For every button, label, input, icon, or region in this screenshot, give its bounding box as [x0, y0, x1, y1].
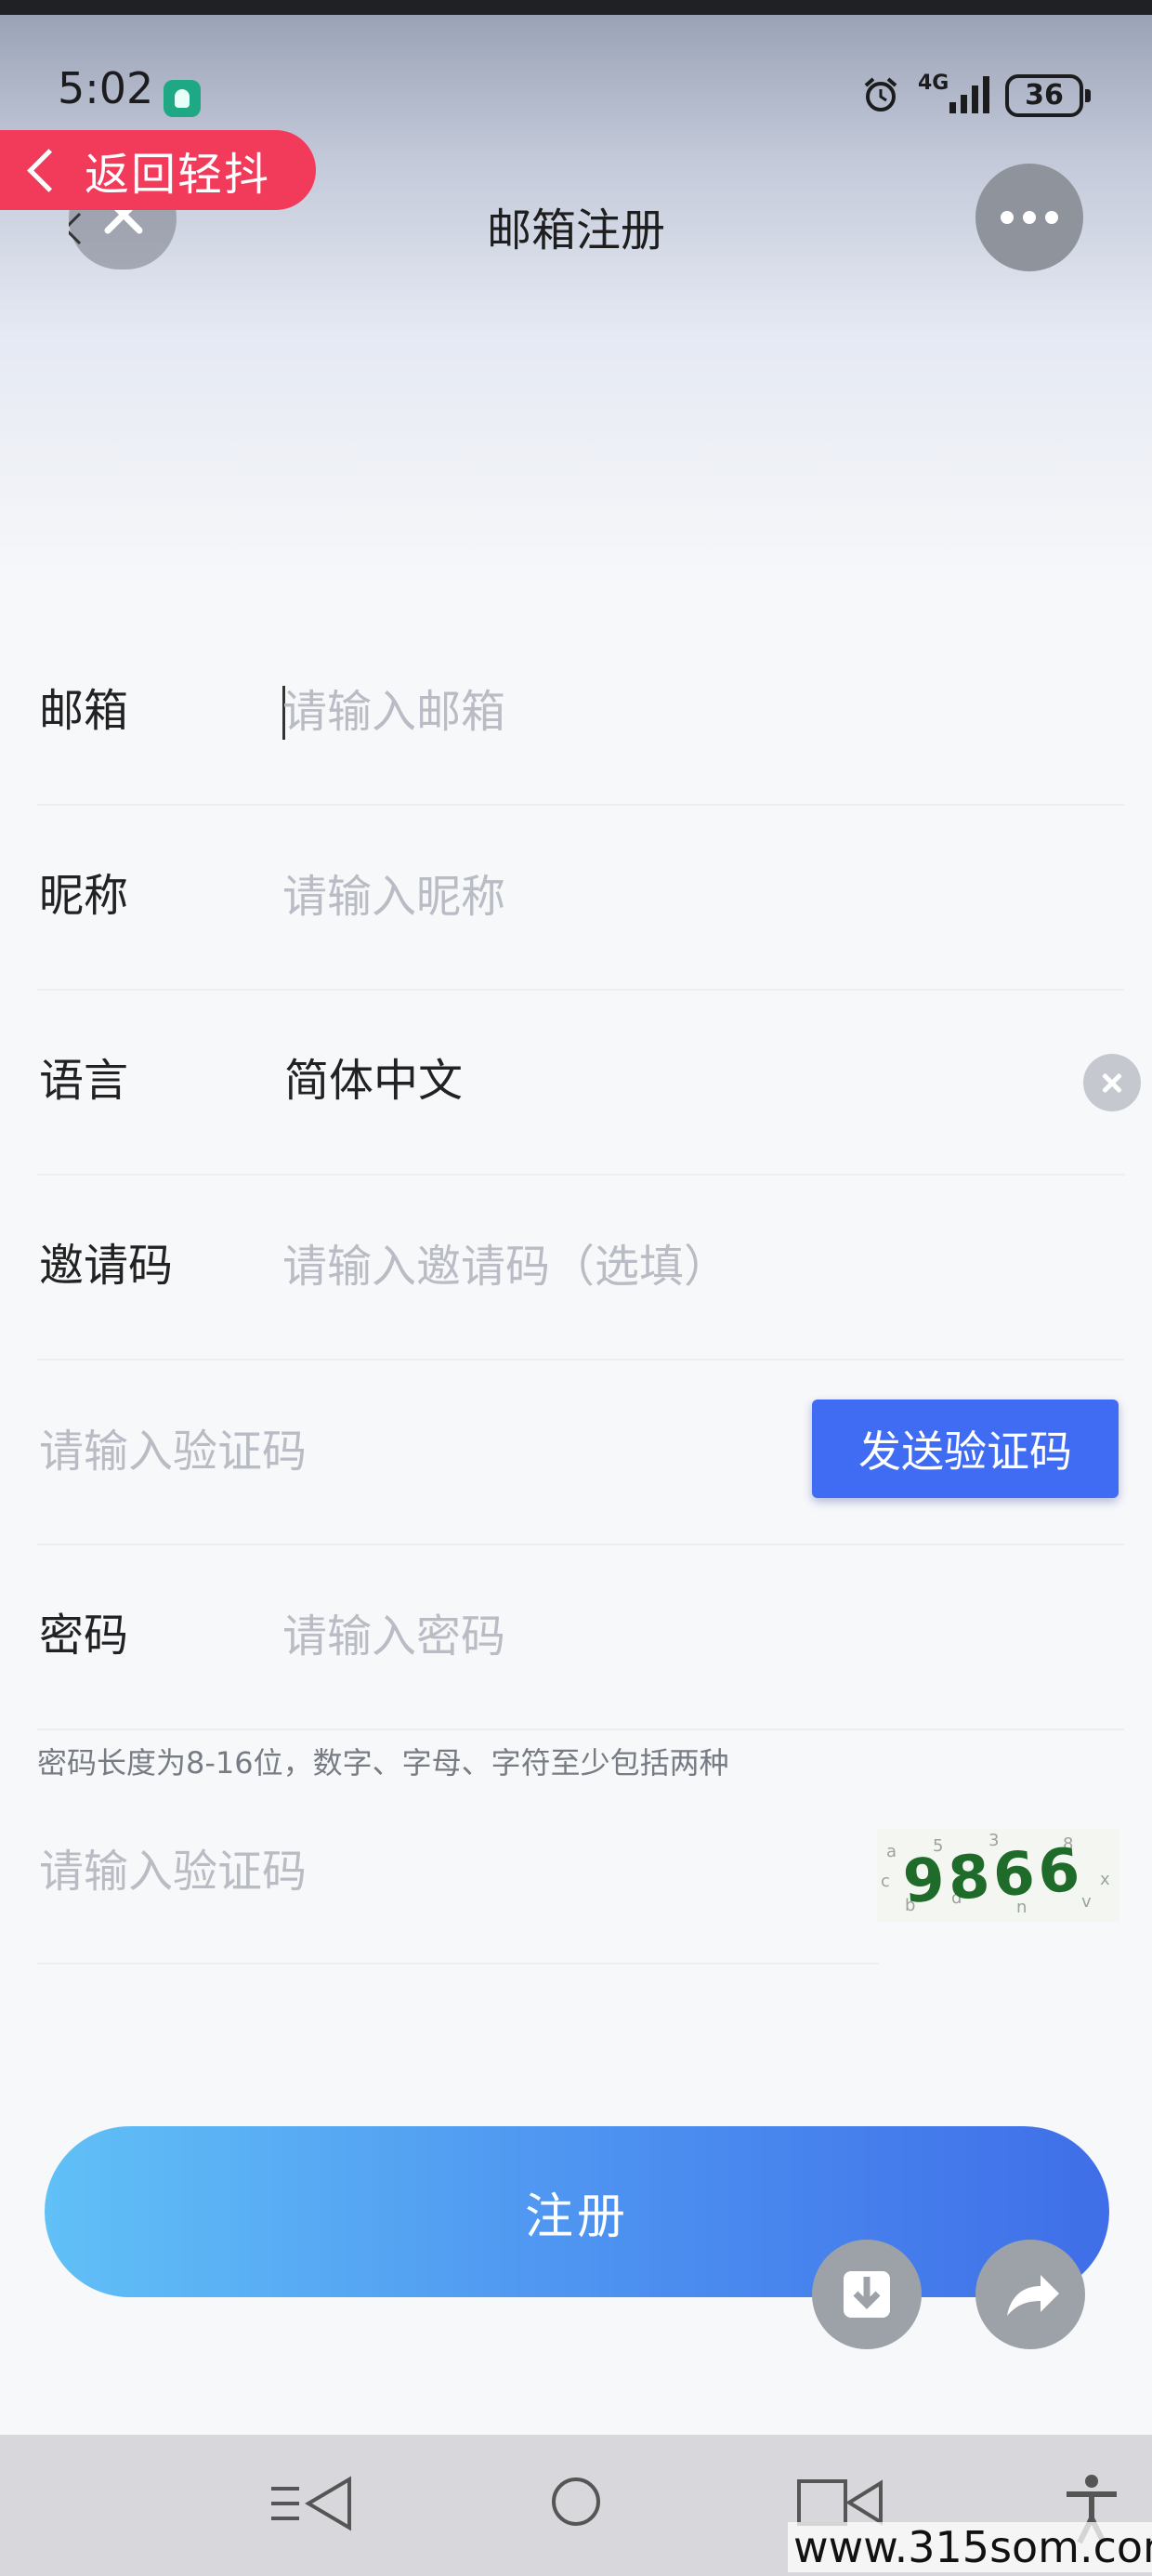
menu-back-icon[interactable] — [268, 2472, 360, 2537]
password-hint: 密码长度为8-16位，数字、字母、字符至少包括两种 — [37, 1745, 729, 1781]
download-icon — [844, 2271, 890, 2318]
captcha-row — [37, 1781, 879, 1965]
verify-row: 发送验证码 — [37, 1359, 1124, 1545]
more-icon-dot — [1001, 211, 1014, 224]
nickname-label: 昵称 — [39, 870, 129, 922]
svg-text:x: x — [1100, 1870, 1110, 1889]
battery-icon: 36 — [1005, 74, 1091, 117]
captcha-code: 9866 — [901, 1836, 1086, 1917]
email-label: 邮箱 — [39, 685, 129, 737]
password-label: 密码 — [39, 1610, 129, 1662]
more-icon-dot — [1045, 211, 1058, 224]
language-row[interactable]: 语言 简体中文 — [37, 989, 1141, 1176]
email-input[interactable] — [282, 619, 1026, 804]
alarm-icon — [864, 77, 897, 112]
share-icon — [1007, 2275, 1059, 2316]
captcha-input[interactable] — [39, 1781, 782, 1963]
svg-text:a: a — [886, 1842, 897, 1861]
invite-code-input[interactable] — [282, 1174, 1026, 1359]
verify-code-input[interactable] — [39, 1359, 782, 1544]
send-code-button[interactable]: 发送验证码 — [812, 1400, 1119, 1498]
email-row: 邮箱 — [37, 619, 1124, 806]
svg-text:c: c — [881, 1872, 890, 1891]
share-button[interactable] — [975, 2240, 1085, 2349]
language-label: 语言 — [39, 1055, 129, 1107]
language-value[interactable]: 简体中文 — [284, 989, 463, 1174]
network-type: 4G — [918, 72, 949, 95]
top-edge — [0, 0, 1152, 15]
clear-icon[interactable] — [1083, 1054, 1141, 1111]
password-row: 密码 — [37, 1544, 1124, 1730]
status-time: 5:02 — [58, 63, 154, 113]
chevron-left-icon — [27, 148, 71, 192]
register-button[interactable]: 注册 — [45, 2126, 1109, 2297]
password-input[interactable] — [282, 1544, 1026, 1728]
captcha-image[interactable]: a538 bdnv xc 9866 — [877, 1829, 1120, 1922]
nickname-row: 昵称 — [37, 804, 1124, 991]
more-button[interactable] — [975, 164, 1083, 271]
watermark: www.315som.com — [788, 2522, 1152, 2572]
app-notification-icon — [164, 80, 201, 117]
home-icon[interactable] — [548, 2474, 604, 2530]
nickname-input[interactable] — [282, 804, 1026, 989]
download-button[interactable] — [812, 2240, 922, 2349]
invite-row: 邀请码 — [37, 1174, 1124, 1360]
invite-label: 邀请码 — [39, 1240, 174, 1292]
signal-icon — [949, 76, 989, 113]
more-icon-dot — [1023, 211, 1036, 224]
